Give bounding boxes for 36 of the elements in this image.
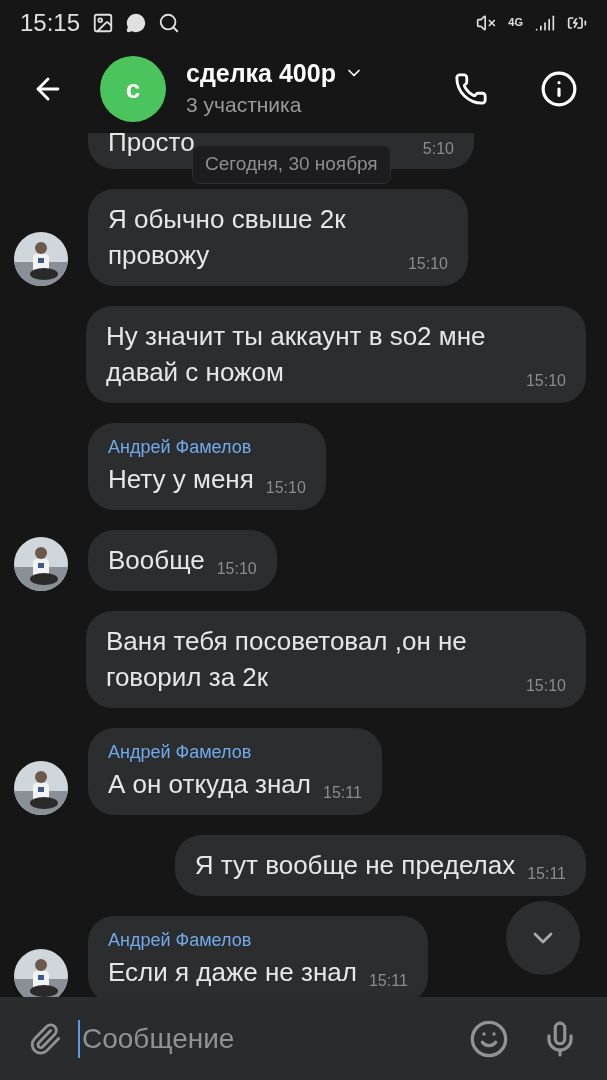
attach-icon[interactable]	[28, 1021, 62, 1056]
message-text: Просто	[108, 133, 195, 159]
message-text: Если я даже не знал	[108, 956, 357, 989]
info-icon	[540, 70, 578, 108]
group-avatar: с	[100, 56, 166, 122]
sender-name: Андрей Фамелов	[108, 436, 253, 459]
message-text: А он откуда знал	[108, 768, 311, 801]
message-time: 15:10	[216, 559, 257, 579]
image-icon	[92, 11, 115, 34]
chat-icon	[126, 12, 147, 33]
message-text: Вообще	[108, 544, 205, 577]
message-time: 15:11	[368, 971, 408, 991]
message-time: 15:10	[265, 478, 306, 498]
message-text: Нету у меня	[108, 463, 254, 496]
message-composer[interactable]: Сообщение	[0, 997, 607, 1080]
message-time: 15:10	[525, 676, 566, 696]
phone-icon	[454, 72, 488, 106]
message-time: 15:10	[525, 371, 566, 391]
emoji-icon[interactable]	[469, 1018, 509, 1059]
search-icon	[158, 11, 181, 34]
message-field[interactable]: Сообщение	[78, 1019, 453, 1058]
mute-icon	[476, 12, 497, 33]
message-time: 15:11	[323, 783, 362, 803]
sender-name: Андрей Фамелов	[108, 741, 253, 764]
message-time: 15:10	[407, 254, 448, 274]
network-type: 4G	[508, 15, 523, 31]
message-text: Ваня тебя посоветовал ,он не говорил за 2к	[106, 625, 468, 694]
message-text: Я тут вообще не пределах	[194, 849, 516, 882]
chat-title[interactable]: сделка 400р	[186, 57, 336, 90]
message-time: 15:11	[527, 864, 566, 884]
message-text: Я обычно свыше 2к провожу	[108, 203, 347, 272]
sender-name: Андрей Фамелов	[108, 929, 253, 952]
message-time: 5:10	[422, 139, 454, 159]
message-text: Ну значит ты аккаунт в so2 мне давай с ножом	[106, 320, 487, 389]
status-time: 15:15	[20, 7, 81, 38]
chat-subtitle: 3 участника	[186, 92, 303, 119]
